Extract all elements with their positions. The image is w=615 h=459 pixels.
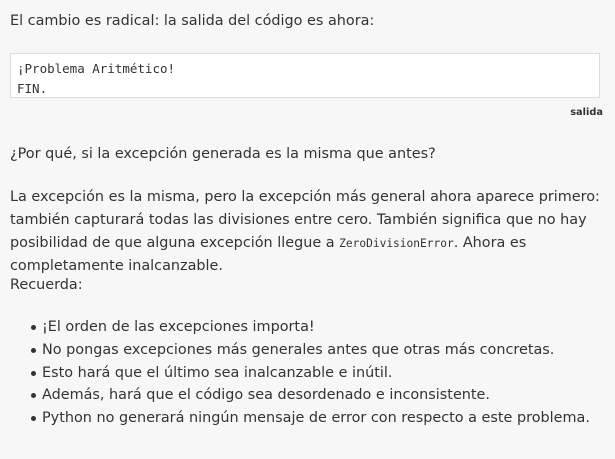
bullet-dot-icon (31, 393, 36, 399)
code-output-line-2: FIN. (17, 81, 48, 96)
list-item: ¡El orden de las excepciones importa! (0, 316, 590, 339)
code-output-line-1: ¡Problema Aritmético! (17, 61, 176, 76)
list-item-text: No pongas excepciones más generales ante… (42, 341, 555, 358)
code-output-block: ¡Problema Aritmético! FIN. (10, 53, 600, 98)
list-item: Python no generará ningún mensaje de err… (0, 407, 590, 430)
bullet-list: ¡El orden de las excepciones importa! No… (0, 316, 590, 430)
list-item-text: Además, hará que el código sea desordena… (42, 387, 490, 404)
output-label: salida (570, 107, 603, 118)
bullet-dot-icon (31, 347, 36, 353)
inline-code-exception: ZeroDivisionError (339, 236, 454, 250)
list-item-text: ¡El orden de las excepciones importa! (42, 319, 315, 335)
list-item: Esto hará que el último sea inalcanzable… (0, 362, 590, 385)
bullet-dot-icon (31, 416, 36, 422)
list-item-text: Esto hará que el último sea inalcanzable… (42, 364, 393, 381)
remember-heading: Recuerda: (10, 277, 83, 293)
intro-paragraph: El cambio es radical: la salida del códi… (10, 13, 375, 29)
list-item: Además, hará que el código sea desordena… (0, 384, 590, 407)
content-page: El cambio es radical: la salida del códi… (0, 0, 615, 459)
list-item-text: Python no generará ningún mensaje de err… (42, 410, 590, 427)
bullet-dot-icon (31, 370, 36, 376)
list-item: No pongas excepciones más generales ante… (0, 339, 590, 362)
question-paragraph: ¿Por qué, si la excepción generada es la… (10, 146, 436, 162)
explanation-paragraph: La excepción es la misma, pero la excepc… (10, 186, 610, 278)
bullet-dot-icon (31, 325, 36, 330)
